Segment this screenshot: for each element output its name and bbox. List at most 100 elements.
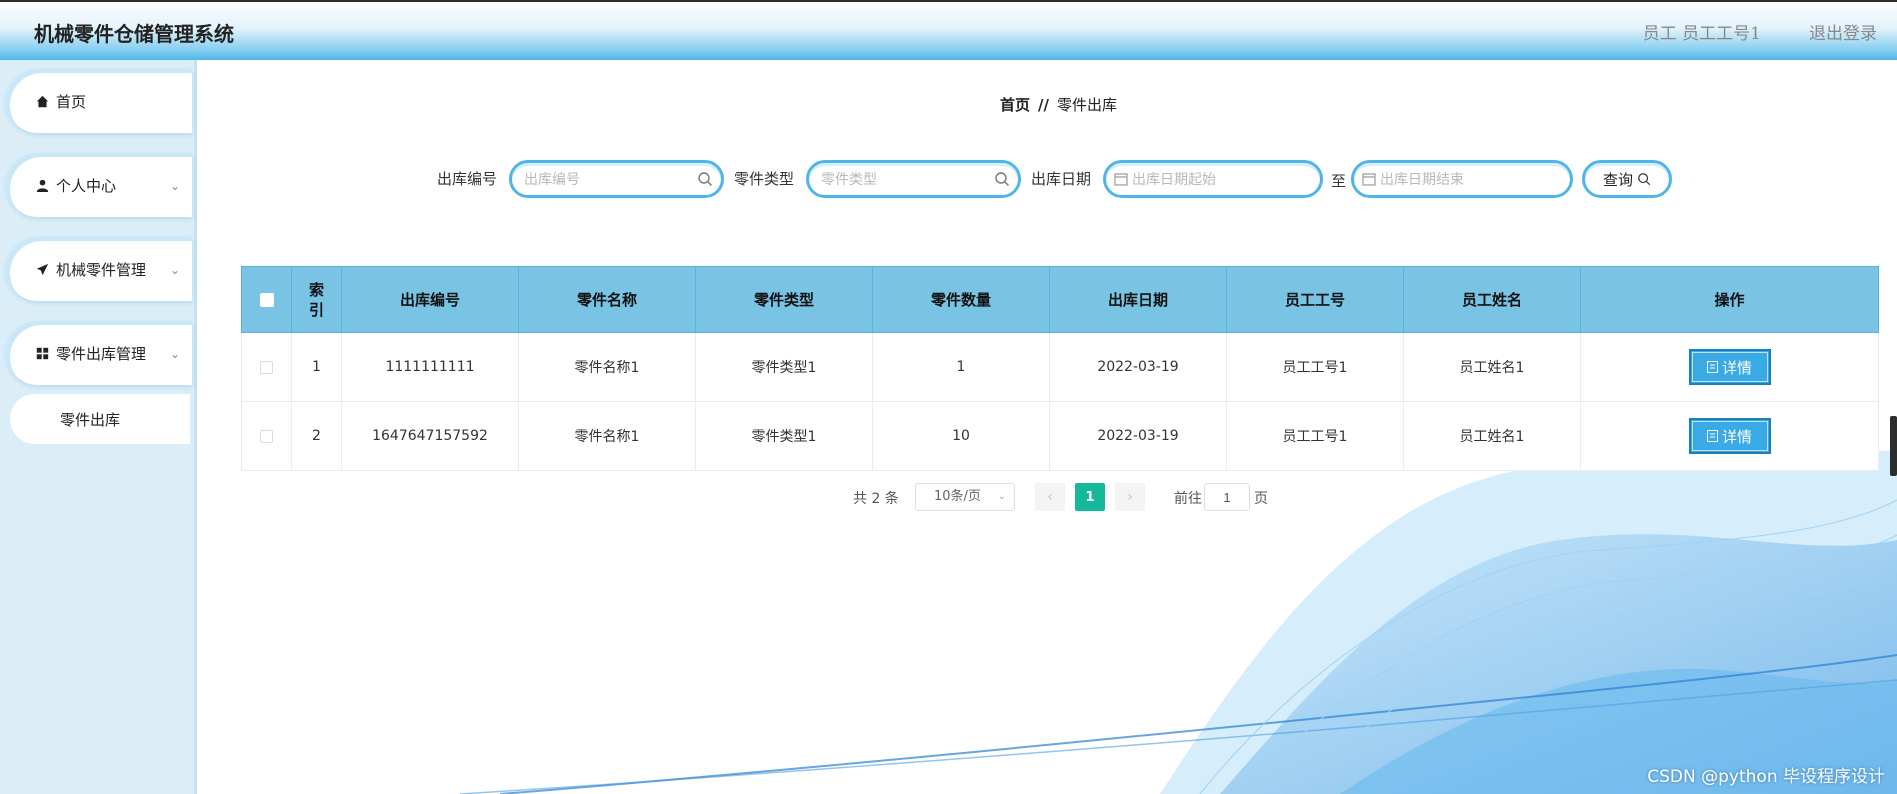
document-icon xyxy=(1706,430,1718,442)
cell-part-name: 零件名称1 xyxy=(518,401,696,471)
search-icon xyxy=(995,172,1009,186)
logout-link[interactable]: 退出登录 xyxy=(1809,19,1877,44)
breadcrumb-current: 零件出库 xyxy=(1056,96,1117,114)
date-start-input[interactable] xyxy=(1132,169,1282,191)
sidebar: 首页 个人中心 ⌄ 机械零件管理 ⌄ 零件出库管理 ⌄ 零件出库 xyxy=(0,60,197,794)
part-type-label: 零件类型 xyxy=(734,170,795,188)
cell-outbound-no: 1111111111 xyxy=(341,332,519,402)
cell-outbound-no: 1647647157592 xyxy=(341,401,519,471)
cell-part-type: 零件类型1 xyxy=(695,401,873,471)
query-button-label: 查询 xyxy=(1602,170,1633,189)
search-icon xyxy=(1638,173,1651,186)
sidebar-item-label: 零件出库管理 xyxy=(56,344,147,363)
breadcrumb: 首页 // 零件出库 xyxy=(1000,94,1117,115)
home-icon xyxy=(34,93,50,109)
sidebar-item-personal-center[interactable]: 个人中心 ⌄ xyxy=(6,153,192,217)
column-header: 零件数量 xyxy=(872,266,1050,333)
prev-page-button[interactable]: ‹ xyxy=(1035,483,1065,511)
sidebar-item-label: 首页 xyxy=(56,92,87,111)
detail-button-label: 详情 xyxy=(1721,427,1752,446)
column-header: 索 引 xyxy=(291,266,342,333)
outbound-table: 索 引 出库编号 零件名称 零件类型 零件数量 出库日期 员工工号 员工姓名 操… xyxy=(241,266,1879,471)
search-icon xyxy=(698,172,712,186)
grid-icon xyxy=(34,345,50,361)
user-info: 员工 员工工号1 xyxy=(1642,24,1761,44)
outbound-no-field xyxy=(509,160,724,198)
table-row: 2 1647647157592 零件名称1 零件类型1 10 2022-03-1… xyxy=(241,401,1879,471)
column-header: 员工工号 xyxy=(1226,266,1404,333)
page-size-value: 10条/页 xyxy=(934,489,981,504)
page-size-select[interactable]: 10条/页 ⌄ xyxy=(915,483,1015,511)
breadcrumb-home[interactable]: 首页 xyxy=(1000,96,1030,114)
date-start-field xyxy=(1103,160,1323,198)
sidebar-subitem-label: 零件出库 xyxy=(60,410,121,429)
cell-emp-no: 员工工号1 xyxy=(1226,401,1404,471)
table-header-row: 索 引 出库编号 零件名称 零件类型 零件数量 出库日期 员工工号 员工姓名 操… xyxy=(241,266,1879,333)
column-header: 出库日期 xyxy=(1049,266,1227,333)
cell-index: 1 xyxy=(291,332,342,402)
column-header: 出库编号 xyxy=(341,266,519,333)
cell-emp-no: 员工工号1 xyxy=(1226,332,1404,402)
chevron-down-icon: ⌄ xyxy=(169,179,180,193)
sidebar-item-label: 个人中心 xyxy=(56,176,117,195)
outbound-no-input[interactable] xyxy=(524,169,674,191)
sidebar-item-home[interactable]: 首页 xyxy=(6,69,192,133)
calendar-icon xyxy=(1114,173,1128,186)
calendar-icon xyxy=(1362,173,1376,186)
cell-actions: 详情 xyxy=(1580,332,1879,402)
chevron-down-icon: ⌄ xyxy=(997,491,1006,502)
date-end-input[interactable] xyxy=(1380,169,1530,191)
column-header: 零件类型 xyxy=(695,266,873,333)
cell-emp-name: 员工姓名1 xyxy=(1403,401,1581,471)
goto-label: 前往 xyxy=(1174,491,1202,507)
sidebar-item-outbound-management[interactable]: 零件出库管理 ⌄ xyxy=(6,321,192,385)
sidebar-item-parts-management[interactable]: 机械零件管理 ⌄ xyxy=(6,237,192,301)
column-header: 操作 xyxy=(1580,266,1879,333)
cell-date: 2022-03-19 xyxy=(1049,332,1227,402)
breadcrumb-separator: // xyxy=(1038,96,1049,114)
cell-index: 2 xyxy=(291,401,342,471)
row-checkbox[interactable] xyxy=(260,360,273,374)
chevron-right-icon: › xyxy=(1127,489,1133,505)
app-title: 机械零件仓储管理系统 xyxy=(34,22,234,46)
row-checkbox[interactable] xyxy=(260,429,273,443)
outbound-date-label: 出库日期 xyxy=(1031,170,1092,188)
pagination-total: 共 2 条 xyxy=(853,491,899,507)
detail-button[interactable]: 详情 xyxy=(1688,349,1771,385)
page-number-current[interactable]: 1 xyxy=(1075,483,1105,511)
goto-page-input[interactable] xyxy=(1204,483,1250,511)
document-icon xyxy=(1706,361,1718,373)
part-type-input[interactable] xyxy=(821,169,971,191)
top-header: 机械零件仓储管理系统 员工 员工工号1 退出登录 xyxy=(0,0,1897,60)
send-icon xyxy=(34,261,50,277)
goto-page-suffix: 页 xyxy=(1254,491,1268,507)
column-header: 员工姓名 xyxy=(1403,266,1581,333)
detail-button-label: 详情 xyxy=(1721,358,1752,377)
next-page-button[interactable]: › xyxy=(1115,483,1145,511)
detail-button[interactable]: 详情 xyxy=(1688,418,1771,454)
date-end-field xyxy=(1351,160,1573,198)
select-all-cell xyxy=(241,266,292,333)
sidebar-subitem-outbound[interactable]: 零件出库 xyxy=(10,394,190,444)
query-button[interactable]: 查询 xyxy=(1582,160,1672,198)
chevron-left-icon: ‹ xyxy=(1047,489,1053,505)
chevron-down-icon: ⌄ xyxy=(169,263,180,277)
outbound-no-label: 出库编号 xyxy=(437,170,498,188)
date-range-to: 至 xyxy=(1331,172,1347,190)
column-header: 零件名称 xyxy=(518,266,696,333)
cell-part-type: 零件类型1 xyxy=(695,332,873,402)
watermark: CSDN @python 毕设程序设计 xyxy=(1647,767,1885,787)
table-row: 1 1111111111 零件名称1 零件类型1 1 2022-03-19 员工… xyxy=(241,332,1879,402)
cell-emp-name: 员工姓名1 xyxy=(1403,332,1581,402)
part-type-field xyxy=(806,160,1021,198)
sidebar-item-label: 机械零件管理 xyxy=(56,260,147,279)
user-icon xyxy=(34,177,50,193)
row-select-cell xyxy=(241,401,292,471)
scrollbar-thumb[interactable] xyxy=(1890,416,1897,476)
select-all-checkbox[interactable] xyxy=(259,293,274,307)
cell-actions: 详情 xyxy=(1580,401,1879,471)
row-select-cell xyxy=(241,332,292,402)
chevron-down-icon: ⌄ xyxy=(169,347,180,361)
cell-quantity: 1 xyxy=(872,332,1050,402)
cell-quantity: 10 xyxy=(872,401,1050,471)
